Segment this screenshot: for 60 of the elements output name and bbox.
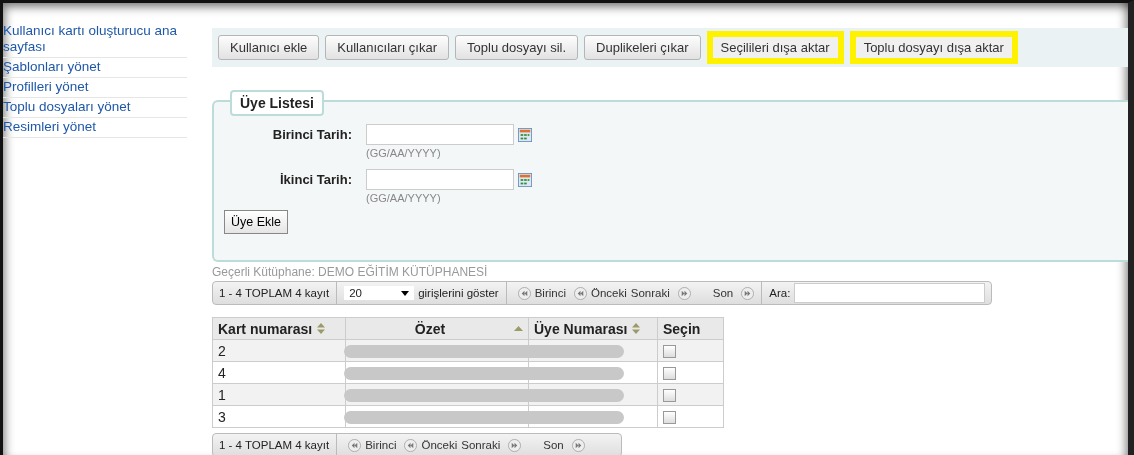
rewind-icon[interactable] — [348, 438, 362, 452]
add-member-button[interactable]: Üye Ekle — [224, 210, 289, 234]
field-label: Birinci Tarih: — [271, 126, 352, 144]
calendar-icon[interactable] — [518, 172, 532, 187]
table-cell: 3 — [212, 405, 346, 428]
rewind-icon[interactable] — [517, 286, 531, 300]
date-format-hint: (GG/AA/YYYY) — [366, 147, 441, 159]
row-checkbox[interactable] — [663, 345, 676, 359]
rewind-icon[interactable] — [404, 438, 418, 452]
column-header[interactable]: Özet — [345, 317, 529, 340]
sort-icon — [317, 323, 326, 334]
page-size-select[interactable]: 20 — [344, 286, 415, 300]
sort-ascending-icon — [514, 326, 523, 331]
date-field[interactable] — [366, 169, 514, 190]
next-page-link[interactable]: Sonraki — [461, 439, 501, 451]
toolbar-button[interactable]: Toplu dosyayı dışa aktar — [855, 37, 1012, 58]
toolbar-button[interactable]: Kullanıcı ekle — [218, 35, 320, 60]
date-format-hint: (GG/AA/YYYY) — [366, 192, 441, 204]
sort-icon — [632, 323, 641, 334]
sidebar-link[interactable]: Profilleri yönet — [3, 78, 187, 98]
caret-icon — [401, 290, 410, 296]
last-page-link[interactable]: Son — [712, 287, 734, 299]
record-count: 1 - 4 TOPLAM 4 kayıt — [219, 439, 330, 451]
row-checkbox[interactable] — [663, 411, 676, 425]
date-field[interactable] — [366, 124, 514, 145]
sidebar-link[interactable]: Toplu dosyaları yönet — [3, 98, 187, 118]
sidebar-link[interactable]: Kullanıcı kartı oluşturucu ana sayfası — [3, 22, 187, 58]
sidebar-link[interactable]: Şablonları yönet — [3, 58, 187, 78]
table-cell: 2 — [212, 339, 346, 362]
library-label: Geçerli Kütüphane: DEMO EĞİTİM KÜTÜPHANESİ — [212, 265, 489, 279]
last-page-link[interactable]: Son — [543, 439, 564, 451]
fast-forward-icon[interactable] — [741, 286, 755, 300]
toolbar-button[interactable]: Duplikeleri çıkar — [584, 35, 701, 60]
fast-forward-icon[interactable] — [508, 438, 522, 452]
sidebar-link[interactable]: Resimleri yönet — [3, 118, 187, 138]
row-checkbox[interactable] — [663, 389, 676, 403]
toolbar-button[interactable]: Seçilileri dışa aktar — [712, 37, 838, 58]
search-field[interactable] — [794, 283, 985, 303]
next-page-link[interactable]: Sonraki — [630, 287, 670, 299]
page-size-label: girişlerini göster — [418, 287, 499, 299]
column-header[interactable]: Üye Numarası — [528, 317, 658, 340]
row-checkbox[interactable] — [663, 367, 676, 381]
first-page-link[interactable]: Birinci — [534, 287, 566, 299]
previous-page-link[interactable]: Önceki — [591, 287, 627, 299]
fast-forward-icon[interactable] — [677, 286, 691, 300]
toolbar-button[interactable]: Kullanıcıları çıkar — [325, 35, 450, 60]
search-label: Ara: — [769, 287, 791, 299]
record-count: 1 - 4 TOPLAM 4 kayıt — [219, 287, 330, 299]
calendar-icon[interactable] — [518, 127, 532, 142]
table-cell: 4 — [212, 361, 346, 384]
column-header[interactable]: Seçin — [657, 317, 724, 340]
field-label: İkinci Tarih: — [279, 171, 352, 189]
toolbar-button[interactable]: Toplu dosyayı sil. — [455, 35, 579, 60]
table-cell: 1 — [212, 383, 346, 406]
first-page-link[interactable]: Birinci — [365, 439, 397, 451]
previous-page-link[interactable]: Önceki — [421, 439, 458, 451]
rewind-icon[interactable] — [574, 286, 587, 300]
panel-legend: Üye Listesi — [230, 90, 324, 116]
fast-forward-icon[interactable] — [571, 438, 585, 452]
column-header[interactable]: Kart numarası — [212, 317, 346, 340]
